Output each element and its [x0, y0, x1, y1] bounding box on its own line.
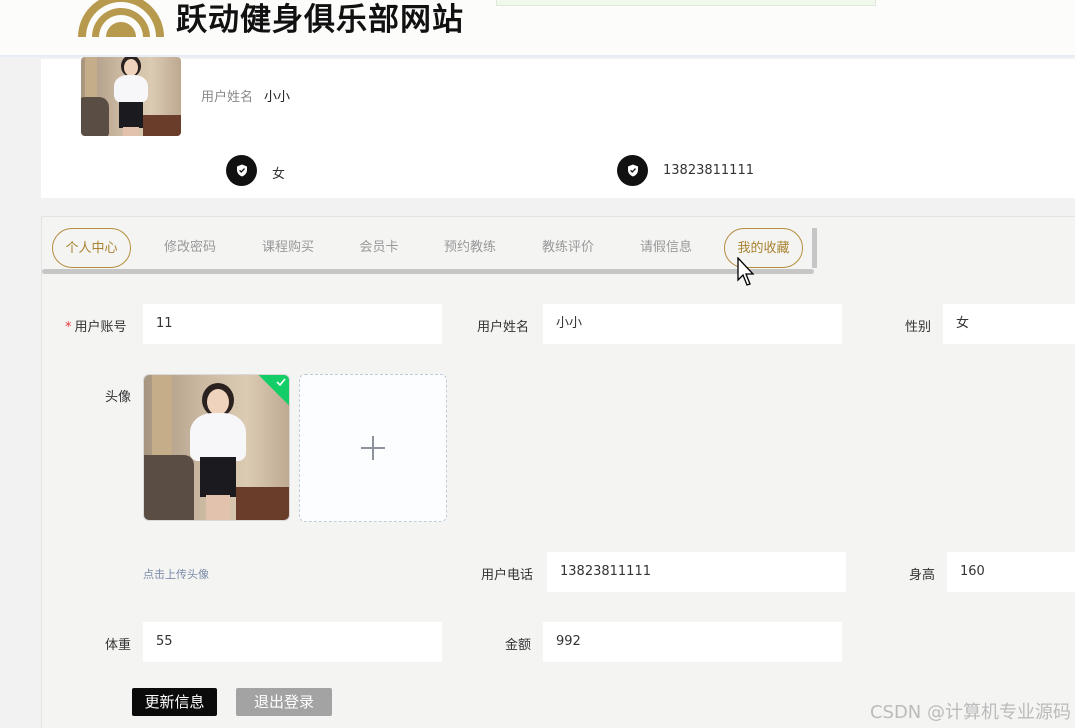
account-label: * 用户账号 [65, 320, 127, 335]
amount-label: 金额 [505, 638, 532, 653]
profile-phone: 13823811111 [663, 163, 754, 178]
header-notice-bar [496, 0, 876, 6]
name-input[interactable]: 小小 [543, 304, 842, 344]
avatar-upload-button[interactable] [299, 374, 447, 522]
site-title: 跃动健身俱乐部网站 [176, 2, 464, 38]
gender-select[interactable]: 女 [943, 304, 1075, 344]
tab-horizontal-scrollbar[interactable] [42, 269, 814, 274]
site-header: 跃动健身俱乐部网站 [0, 0, 1075, 57]
tab-my-favorites[interactable]: 我的收藏 [724, 228, 803, 268]
shield-check-icon [226, 155, 257, 186]
upload-avatar-tip[interactable]: 点击上传头像 [143, 566, 209, 582]
weight-label: 体重 [105, 638, 132, 653]
avatar-label: 头像 [105, 390, 132, 405]
tab-coach-review[interactable]: 教练评价 [530, 228, 606, 268]
name-label: 用户姓名 [477, 320, 530, 335]
update-info-button[interactable]: 更新信息 [132, 688, 217, 716]
gender-label: 性别 [905, 320, 932, 335]
phone-input[interactable]: 13823811111 [547, 552, 846, 592]
tab-bar: 个人中心 修改密码 课程购买 会员卡 预约教练 教练评价 请假信息 我的收藏 [42, 217, 822, 286]
check-icon [276, 378, 286, 387]
site-logo[interactable] [76, 0, 166, 37]
profile-name-value: 小小 [264, 90, 291, 105]
tab-personal-center[interactable]: 个人中心 [52, 228, 131, 268]
tab-course-purchase[interactable]: 课程购买 [250, 228, 326, 268]
plus-icon [361, 436, 385, 460]
shield-check-icon [617, 155, 648, 186]
phone-label: 用户电话 [481, 568, 534, 583]
profile-avatar [81, 57, 181, 136]
weight-input[interactable]: 55 [143, 622, 442, 662]
tab-leave-info[interactable]: 请假信息 [628, 228, 704, 268]
tab-book-coach[interactable]: 预约教练 [432, 228, 508, 268]
tab-vertical-scrollbar[interactable] [812, 228, 817, 268]
profile-summary-card: 用户姓名 小小 女 13823811111 [41, 57, 1075, 198]
tab-membership-card[interactable]: 会员卡 [348, 228, 410, 268]
mouse-cursor-icon [737, 257, 755, 286]
amount-input[interactable]: 992 [543, 622, 842, 662]
tab-change-password[interactable]: 修改密码 [152, 228, 228, 268]
uploaded-avatar[interactable] [143, 374, 290, 521]
watermark: CSDN @计算机专业源码 [869, 702, 1071, 723]
height-input[interactable]: 160 [947, 552, 1075, 592]
height-label: 身高 [909, 568, 936, 583]
account-input[interactable]: 11 [143, 304, 442, 344]
profile-gender: 女 [272, 167, 286, 182]
user-center-panel: 个人中心 修改密码 课程购买 会员卡 预约教练 教练评价 请假信息 我的收藏 *… [41, 216, 1075, 728]
profile-name-label: 用户姓名 [201, 90, 254, 105]
logout-button[interactable]: 退出登录 [236, 688, 332, 716]
avatar-image [144, 375, 289, 520]
